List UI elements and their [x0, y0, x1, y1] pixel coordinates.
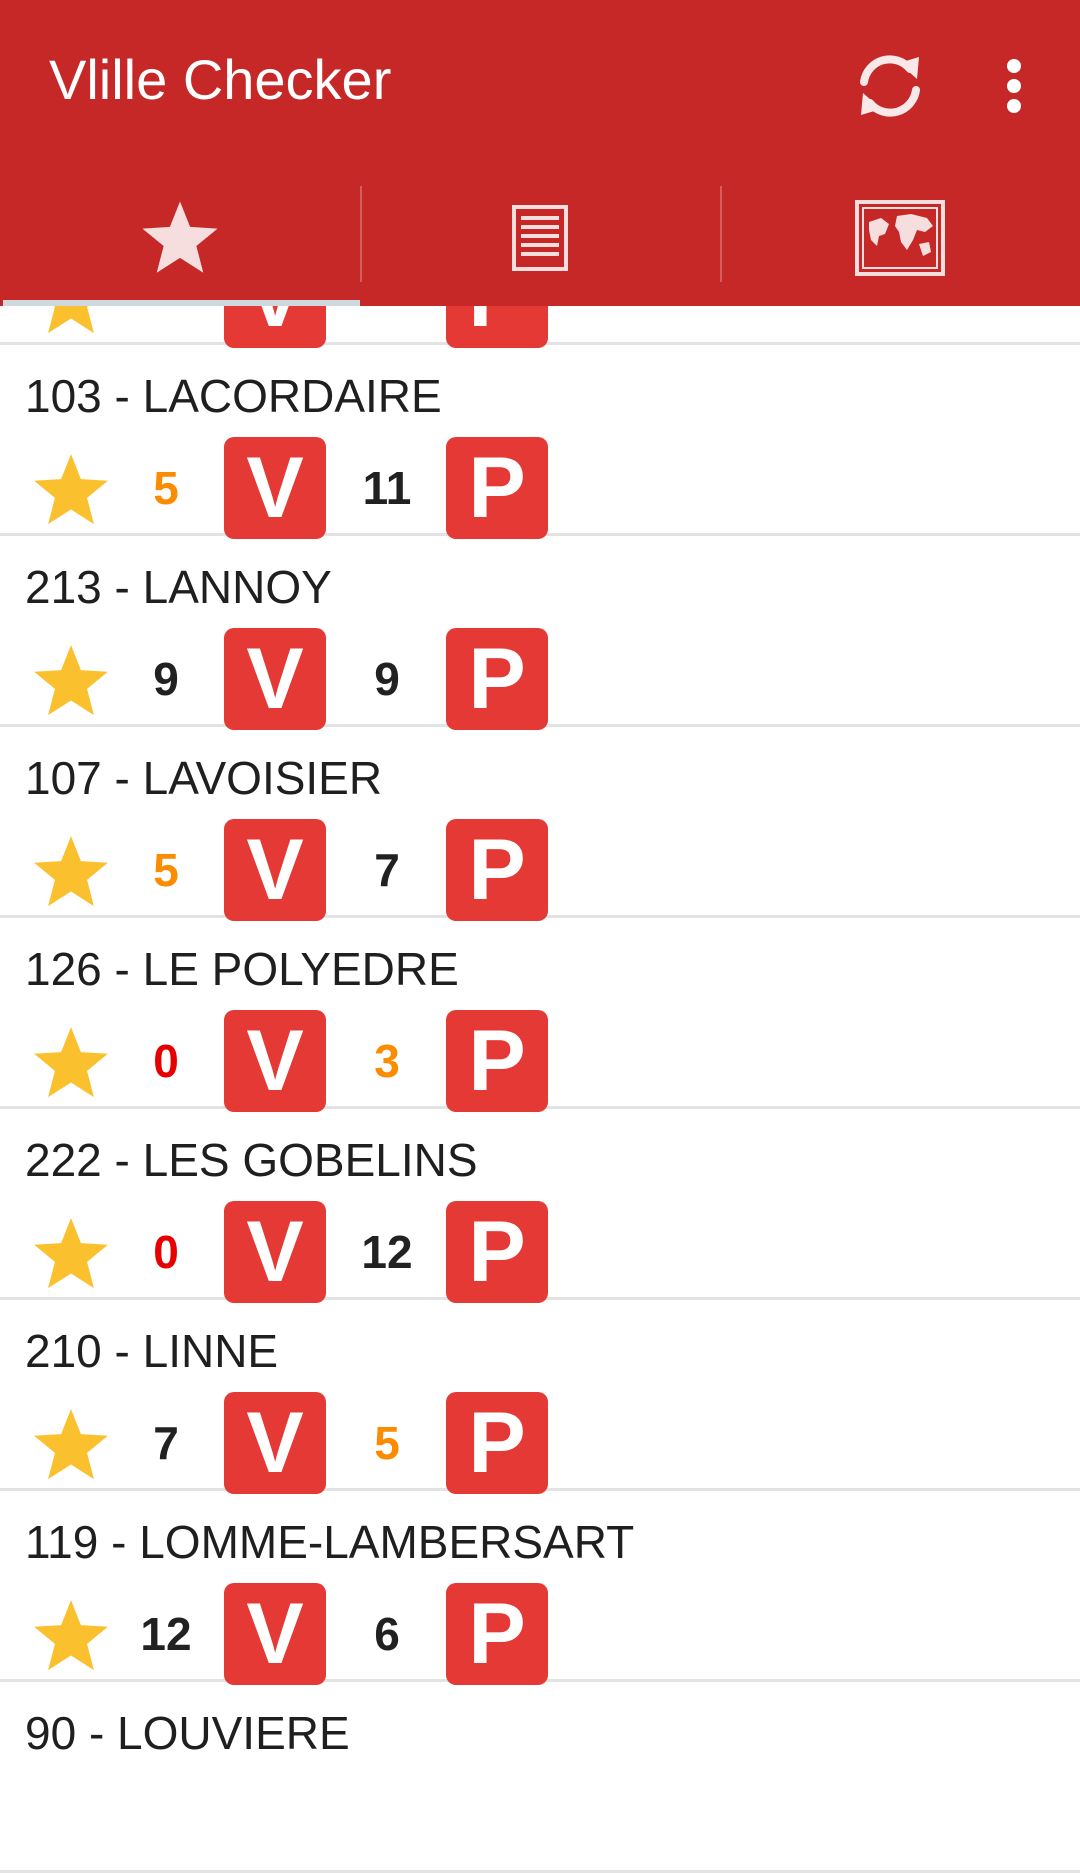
bikes-badge-icon: V	[224, 1010, 326, 1112]
station-row[interactable]: 119 - LOMME-LAMBERSART 12 V 6 P	[0, 1491, 1080, 1685]
bikes-count: 5	[153, 844, 179, 896]
favorite-star-icon[interactable]	[30, 1023, 112, 1103]
bikes-count: 7	[153, 1417, 179, 1469]
bikes-count: 0	[153, 1035, 179, 1087]
refresh-icon	[860, 55, 920, 117]
star-icon	[142, 201, 218, 273]
station-name: 119 - LOMME-LAMBERSART	[25, 1516, 635, 1568]
bikes-badge-icon: V	[224, 437, 326, 539]
stands-count: 3	[374, 1035, 400, 1087]
favorite-star-icon[interactable]	[30, 1596, 112, 1676]
station-row[interactable]: 103 - LACORDAIRE 5 V 11 P	[0, 345, 1080, 539]
parking-badge-icon: P	[446, 437, 548, 539]
parking-badge-icon: P	[446, 628, 548, 730]
station-row[interactable]: 107 - LAVOISIER 5 V 7 P	[0, 727, 1080, 921]
app-bar: Vlille Checker	[0, 0, 1080, 306]
station-name: 90 - LOUVIERE	[25, 1707, 350, 1759]
station-row[interactable]: 90 - LOUVIERE	[0, 1682, 1080, 1873]
stands-count: 9	[374, 653, 400, 705]
station-list[interactable]: V P 103 - LACORDAIRE 5 V 11 P 213 - LANN…	[0, 154, 1080, 1873]
app-title: Vlille Checker	[49, 48, 392, 111]
station-name: 126 - LE POLYEDRE	[25, 943, 459, 995]
stands-count: 6	[374, 1608, 400, 1660]
bikes-count: 5	[153, 462, 179, 514]
bikes-badge-icon: V	[224, 1201, 326, 1303]
more-options-button[interactable]	[974, 38, 1054, 134]
parking-badge-icon: P	[446, 1010, 548, 1112]
bikes-badge-icon: V	[224, 628, 326, 730]
favorite-star-icon[interactable]	[30, 641, 112, 721]
bikes-badge-icon: V	[224, 1583, 326, 1685]
bikes-badge-icon: V	[224, 819, 326, 921]
favorite-star-icon[interactable]	[30, 1405, 112, 1485]
tab-list[interactable]	[360, 170, 720, 306]
station-name: 222 - LES GOBELINS	[25, 1134, 478, 1186]
more-vert-icon	[1007, 59, 1021, 113]
station-name: 103 - LACORDAIRE	[25, 370, 442, 422]
world-map-icon	[855, 200, 945, 276]
station-name: 213 - LANNOY	[25, 561, 332, 613]
parking-badge-icon: P	[446, 1392, 548, 1494]
tab-map[interactable]	[720, 170, 1080, 306]
selected-tab-indicator	[3, 300, 360, 306]
station-row[interactable]: 210 - LINNE 7 V 5 P	[0, 1300, 1080, 1494]
bikes-count: 0	[153, 1226, 179, 1278]
stands-count: 11	[362, 462, 412, 514]
favorite-star-icon[interactable]	[30, 450, 112, 530]
favorite-star-icon[interactable]	[30, 1214, 112, 1294]
parking-badge-icon: P	[446, 819, 548, 921]
station-name: 210 - LINNE	[25, 1325, 279, 1377]
stands-count: 5	[374, 1417, 400, 1469]
station-row[interactable]: 213 - LANNOY 9 V 9 P	[0, 536, 1080, 730]
tab-bar	[0, 170, 1080, 306]
stands-count: 12	[361, 1226, 413, 1278]
bikes-count: 9	[153, 653, 179, 705]
parking-badge-icon: P	[446, 1201, 548, 1303]
refresh-button[interactable]	[842, 38, 938, 134]
parking-badge-icon: P	[446, 1583, 548, 1685]
station-name: 107 - LAVOISIER	[25, 752, 383, 804]
tab-favorites[interactable]	[0, 170, 360, 306]
stands-count: 7	[374, 844, 400, 896]
station-row[interactable]: 126 - LE POLYEDRE 0 V 3 P	[0, 918, 1080, 1112]
station-row[interactable]: 222 - LES GOBELINS 0 V 12 P	[0, 1109, 1080, 1303]
bikes-count: 12	[140, 1608, 192, 1660]
bikes-badge-icon: V	[224, 1392, 326, 1494]
favorite-star-icon[interactable]	[30, 832, 112, 912]
list-icon	[512, 205, 568, 271]
